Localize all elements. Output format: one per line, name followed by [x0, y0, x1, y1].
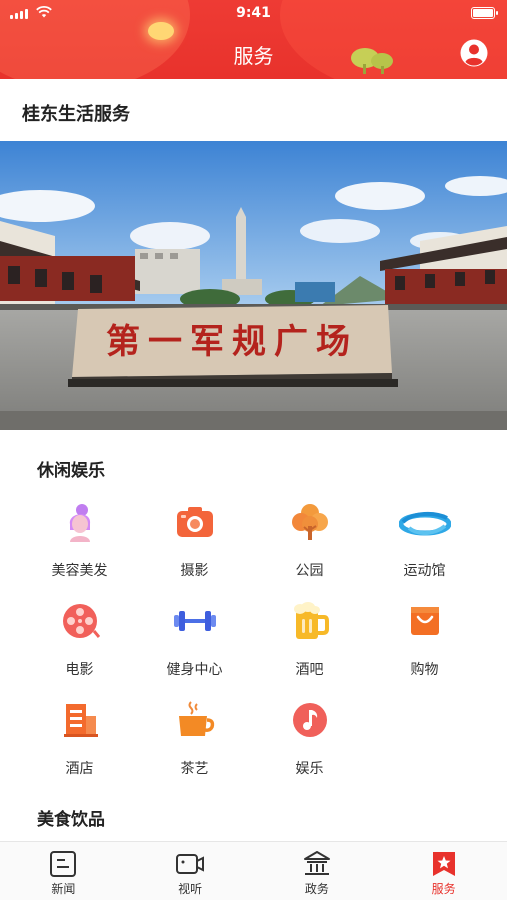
service-label: 公园 — [295, 563, 324, 579]
plaza-photo: 第一军规广场 — [0, 141, 507, 430]
tab-label: 服务 — [431, 882, 456, 896]
service-label: 电影 — [65, 662, 94, 678]
service-label: 美容美发 — [51, 563, 108, 579]
service-item-movie[interactable]: 电影 — [22, 597, 137, 696]
service-label: 茶艺 — [180, 761, 209, 777]
banner-image[interactable]: 第一军规广场 — [0, 141, 507, 430]
trees-decoration — [351, 48, 393, 74]
service-label: 酒吧 — [295, 662, 324, 678]
service-item-beauty[interactable]: 美容美发 — [22, 498, 137, 597]
top-header: 9:41 服务 — [0, 0, 507, 79]
plaque-text: 第一军规广场 — [106, 322, 358, 362]
status-time: 9:41 — [236, 5, 271, 21]
service-label: 娱乐 — [295, 761, 324, 777]
tab-news[interactable]: 新闻 — [0, 842, 127, 900]
tab-label: 政务 — [304, 882, 329, 896]
government-building-icon — [303, 851, 330, 875]
music-note-icon — [292, 703, 327, 737]
tea-cup-icon — [178, 701, 214, 736]
news-icon — [50, 851, 77, 877]
section-title: 桂东生活服务 — [22, 104, 130, 125]
service-item-park[interactable]: 公园 — [252, 498, 367, 597]
profile-icon[interactable] — [459, 38, 489, 68]
battery-icon — [471, 7, 498, 19]
tab-label: 视听 — [178, 882, 203, 896]
service-item-stadium[interactable]: 运动馆 — [367, 498, 482, 597]
service-grid: 美容美发 摄影 公园 运动馆 电影 健身中心 酒吧 购物 酒店 茶艺 娱乐 — [22, 498, 482, 795]
service-star-icon — [432, 852, 455, 876]
video-camera-icon — [176, 854, 205, 874]
tab-government[interactable]: 政务 — [254, 842, 381, 900]
service-item-bar[interactable]: 酒吧 — [252, 597, 367, 696]
beauty-icon — [69, 504, 90, 542]
service-item-hotel[interactable]: 酒店 — [22, 696, 137, 795]
service-label: 健身中心 — [166, 662, 223, 678]
service-item-entertainment[interactable]: 娱乐 — [252, 696, 367, 795]
tab-video[interactable]: 视听 — [127, 842, 254, 900]
stadium-icon — [398, 511, 451, 536]
camera-icon — [176, 507, 213, 537]
service-label: 购物 — [410, 662, 439, 678]
bottom-tab-bar: 新闻 视听 政务 服务 — [0, 841, 507, 900]
service-label: 摄影 — [180, 563, 209, 579]
service-label: 酒店 — [65, 761, 94, 777]
service-item-photography[interactable]: 摄影 — [137, 498, 252, 597]
page-title: 服务 — [233, 44, 274, 68]
hotel-building-icon — [63, 704, 98, 737]
film-reel-icon — [62, 604, 100, 638]
category-title: 休闲娱乐 — [37, 461, 105, 481]
beer-icon — [293, 602, 329, 639]
category-title: 美食饮品 — [37, 810, 105, 830]
park-tree-icon — [291, 504, 328, 540]
dumbbell-icon — [173, 611, 216, 631]
status-bar: 9:41 — [0, 0, 507, 26]
service-label: 运动馆 — [403, 563, 446, 579]
tab-label: 新闻 — [51, 882, 76, 896]
service-item-tea[interactable]: 茶艺 — [137, 696, 252, 795]
service-item-gym[interactable]: 健身中心 — [137, 597, 252, 696]
service-item-shopping[interactable]: 购物 — [367, 597, 482, 696]
shopping-bag-icon — [410, 607, 439, 635]
tab-service[interactable]: 服务 — [380, 842, 507, 900]
